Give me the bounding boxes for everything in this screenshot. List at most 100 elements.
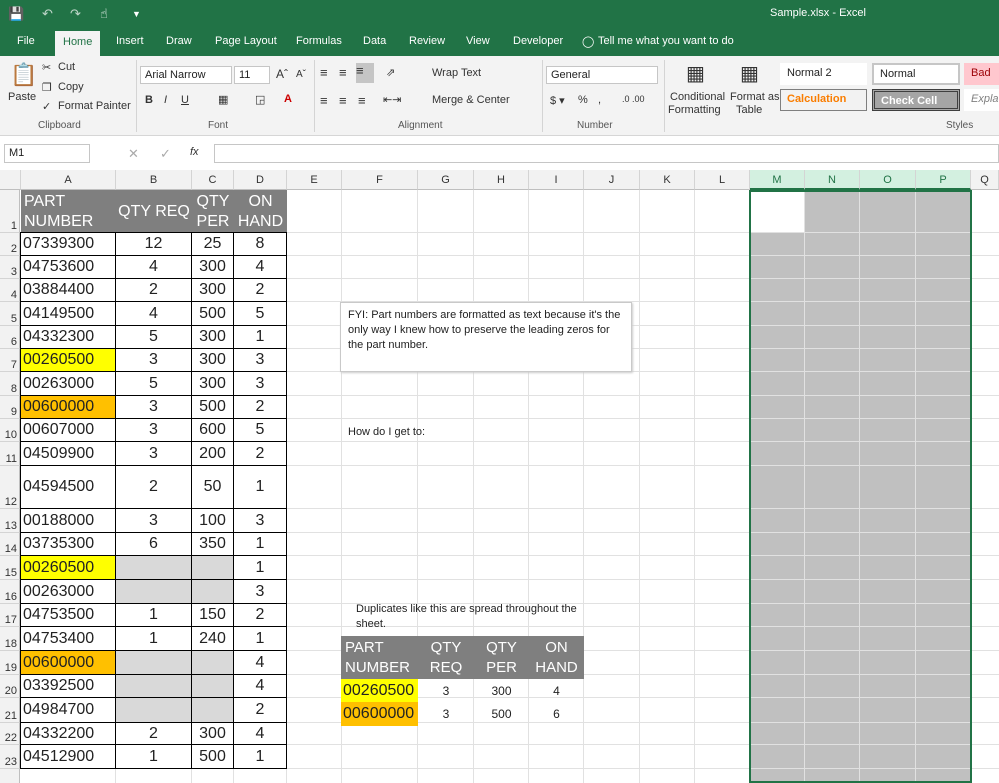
align-bottom-icon[interactable]: ≡ <box>356 63 374 83</box>
currency-icon[interactable]: $ ▾ <box>550 94 565 107</box>
customize-toolbar-icon[interactable]: ▼ <box>132 9 141 19</box>
paste-button[interactable]: Paste <box>8 91 36 103</box>
percent-icon[interactable]: % <box>578 94 588 106</box>
row-header-8[interactable]: 8 <box>0 372 20 396</box>
column-header-a[interactable]: A <box>21 170 116 190</box>
part-number-cell[interactable]: 04753600 <box>20 255 116 279</box>
save-icon[interactable]: 💾 <box>8 6 24 22</box>
table-cell[interactable]: 300 <box>191 325 234 349</box>
table-cell[interactable] <box>115 555 192 580</box>
table-cell[interactable]: 1 <box>233 465 287 509</box>
row-header-1[interactable]: 1 <box>0 190 20 233</box>
table-cell[interactable] <box>191 650 234 675</box>
tab-data[interactable]: Data <box>363 35 386 47</box>
bold-button[interactable]: B <box>145 94 153 106</box>
table-cell[interactable] <box>115 674 192 698</box>
part-number-cell[interactable]: 00600000 <box>20 395 116 419</box>
paste-icon[interactable]: 📋 <box>10 62 37 88</box>
table-cell[interactable]: 3 <box>115 395 192 419</box>
row-header-3[interactable]: 3 <box>0 256 20 279</box>
table-cell[interactable]: 100 <box>191 508 234 533</box>
format-as-table-button[interactable]: Format as <box>730 91 780 103</box>
column-header-q[interactable]: Q <box>971 170 999 190</box>
cut-button[interactable]: Cut <box>58 61 75 73</box>
column-header-l[interactable]: L <box>695 170 750 190</box>
table-cell[interactable]: 1 <box>115 626 192 651</box>
table-cell[interactable] <box>191 555 234 580</box>
row-header-7[interactable]: 7 <box>0 349 20 372</box>
undo-icon[interactable]: ↶ <box>42 6 53 22</box>
enter-icon[interactable]: ✓ <box>160 146 171 162</box>
tab-review[interactable]: Review <box>409 35 445 47</box>
part-number-cell[interactable]: 00260500 <box>20 348 116 372</box>
table-cell[interactable] <box>115 650 192 675</box>
table-cell[interactable]: 3 <box>115 348 192 372</box>
column-header-f[interactable]: F <box>342 170 418 190</box>
table-cell[interactable]: 2 <box>233 603 287 627</box>
table-cell[interactable]: 4 <box>233 255 287 279</box>
column-header-d[interactable]: D <box>234 170 287 190</box>
select-all-corner[interactable] <box>0 170 21 190</box>
table-cell[interactable]: 3 <box>115 508 192 533</box>
table-cell[interactable]: 500 <box>191 744 234 769</box>
row-header-13[interactable]: 13 <box>0 509 20 533</box>
format-painter-button[interactable]: Format Painter <box>58 100 131 112</box>
tab-home[interactable]: Home <box>55 31 101 56</box>
copy-button[interactable]: Copy <box>58 81 84 93</box>
align-top-icon[interactable]: ≡ <box>320 65 328 80</box>
align-right-icon[interactable]: ≡ <box>358 93 366 108</box>
table-cell[interactable]: 1 <box>233 626 287 651</box>
comma-icon[interactable]: , <box>598 94 601 106</box>
column-header-e[interactable]: E <box>287 170 342 190</box>
row-header-19[interactable]: 19 <box>0 651 20 675</box>
part-number-cell[interactable]: 00260500 <box>20 555 116 580</box>
table-cell[interactable]: 600 <box>191 418 234 442</box>
row-header-17[interactable]: 17 <box>0 604 20 627</box>
style-explanatory[interactable]: Explana <box>964 89 999 111</box>
table-cell[interactable]: 4 <box>233 674 287 698</box>
touch-mode-icon[interactable]: ☝ <box>100 6 108 22</box>
fyi-textbox[interactable]: FYI: Part numbers are formatted as text … <box>340 302 632 372</box>
table-cell[interactable]: 25 <box>191 232 234 256</box>
tell-me-box[interactable]: Tell me what you want to do <box>598 35 734 47</box>
part-number-cell[interactable]: 04984700 <box>20 697 116 723</box>
column-header-c[interactable]: C <box>192 170 234 190</box>
tab-view[interactable]: View <box>466 35 490 47</box>
table-cell[interactable]: 5 <box>115 371 192 396</box>
result-cell[interactable]: 3 <box>418 679 474 702</box>
table-cell[interactable]: 4 <box>115 301 192 326</box>
table-cell[interactable]: 300 <box>191 371 234 396</box>
result-cell[interactable]: 500 <box>474 702 529 726</box>
tab-insert[interactable]: Insert <box>116 35 144 47</box>
row-header-22[interactable]: 22 <box>0 723 20 745</box>
row-header-4[interactable]: 4 <box>0 279 20 302</box>
style-check-cell[interactable]: Check Cell <box>872 89 960 111</box>
part-number-cell[interactable]: 04149500 <box>20 301 116 326</box>
table-cell[interactable]: 2 <box>233 395 287 419</box>
underline-button[interactable]: U <box>181 94 189 106</box>
table-cell[interactable]: 300 <box>191 722 234 745</box>
table-cell[interactable]: 4 <box>233 650 287 675</box>
table-cell[interactable]: 300 <box>191 255 234 279</box>
shrink-font-icon[interactable]: Aˇ <box>296 69 306 80</box>
cancel-icon[interactable]: ✕ <box>128 146 139 162</box>
part-number-cell[interactable]: 04332200 <box>20 722 116 745</box>
row-header-16[interactable]: 16 <box>0 580 20 604</box>
part-number-cell[interactable]: 04509900 <box>20 441 116 466</box>
table-cell[interactable]: 50 <box>191 465 234 509</box>
borders-icon[interactable]: ▦ <box>218 93 228 106</box>
table-cell[interactable]: 5 <box>233 418 287 442</box>
tab-formulas[interactable]: Formulas <box>296 35 342 47</box>
column-header-b[interactable]: B <box>116 170 192 190</box>
column-header-n[interactable]: N <box>805 170 860 190</box>
tab-developer[interactable]: Developer <box>513 35 563 47</box>
part-number-cell[interactable]: 00188000 <box>20 508 116 533</box>
row-header-21[interactable]: 21 <box>0 698 20 723</box>
row-header-12[interactable]: 12 <box>0 466 20 509</box>
table-cell[interactable]: 150 <box>191 603 234 627</box>
decimal-icon[interactable]: .0 .00 <box>622 94 645 104</box>
table-cell[interactable]: 350 <box>191 532 234 556</box>
part-number-cell[interactable]: 04512900 <box>20 744 116 769</box>
fill-color-icon[interactable]: ◲ <box>255 93 265 106</box>
table-cell[interactable] <box>191 674 234 698</box>
